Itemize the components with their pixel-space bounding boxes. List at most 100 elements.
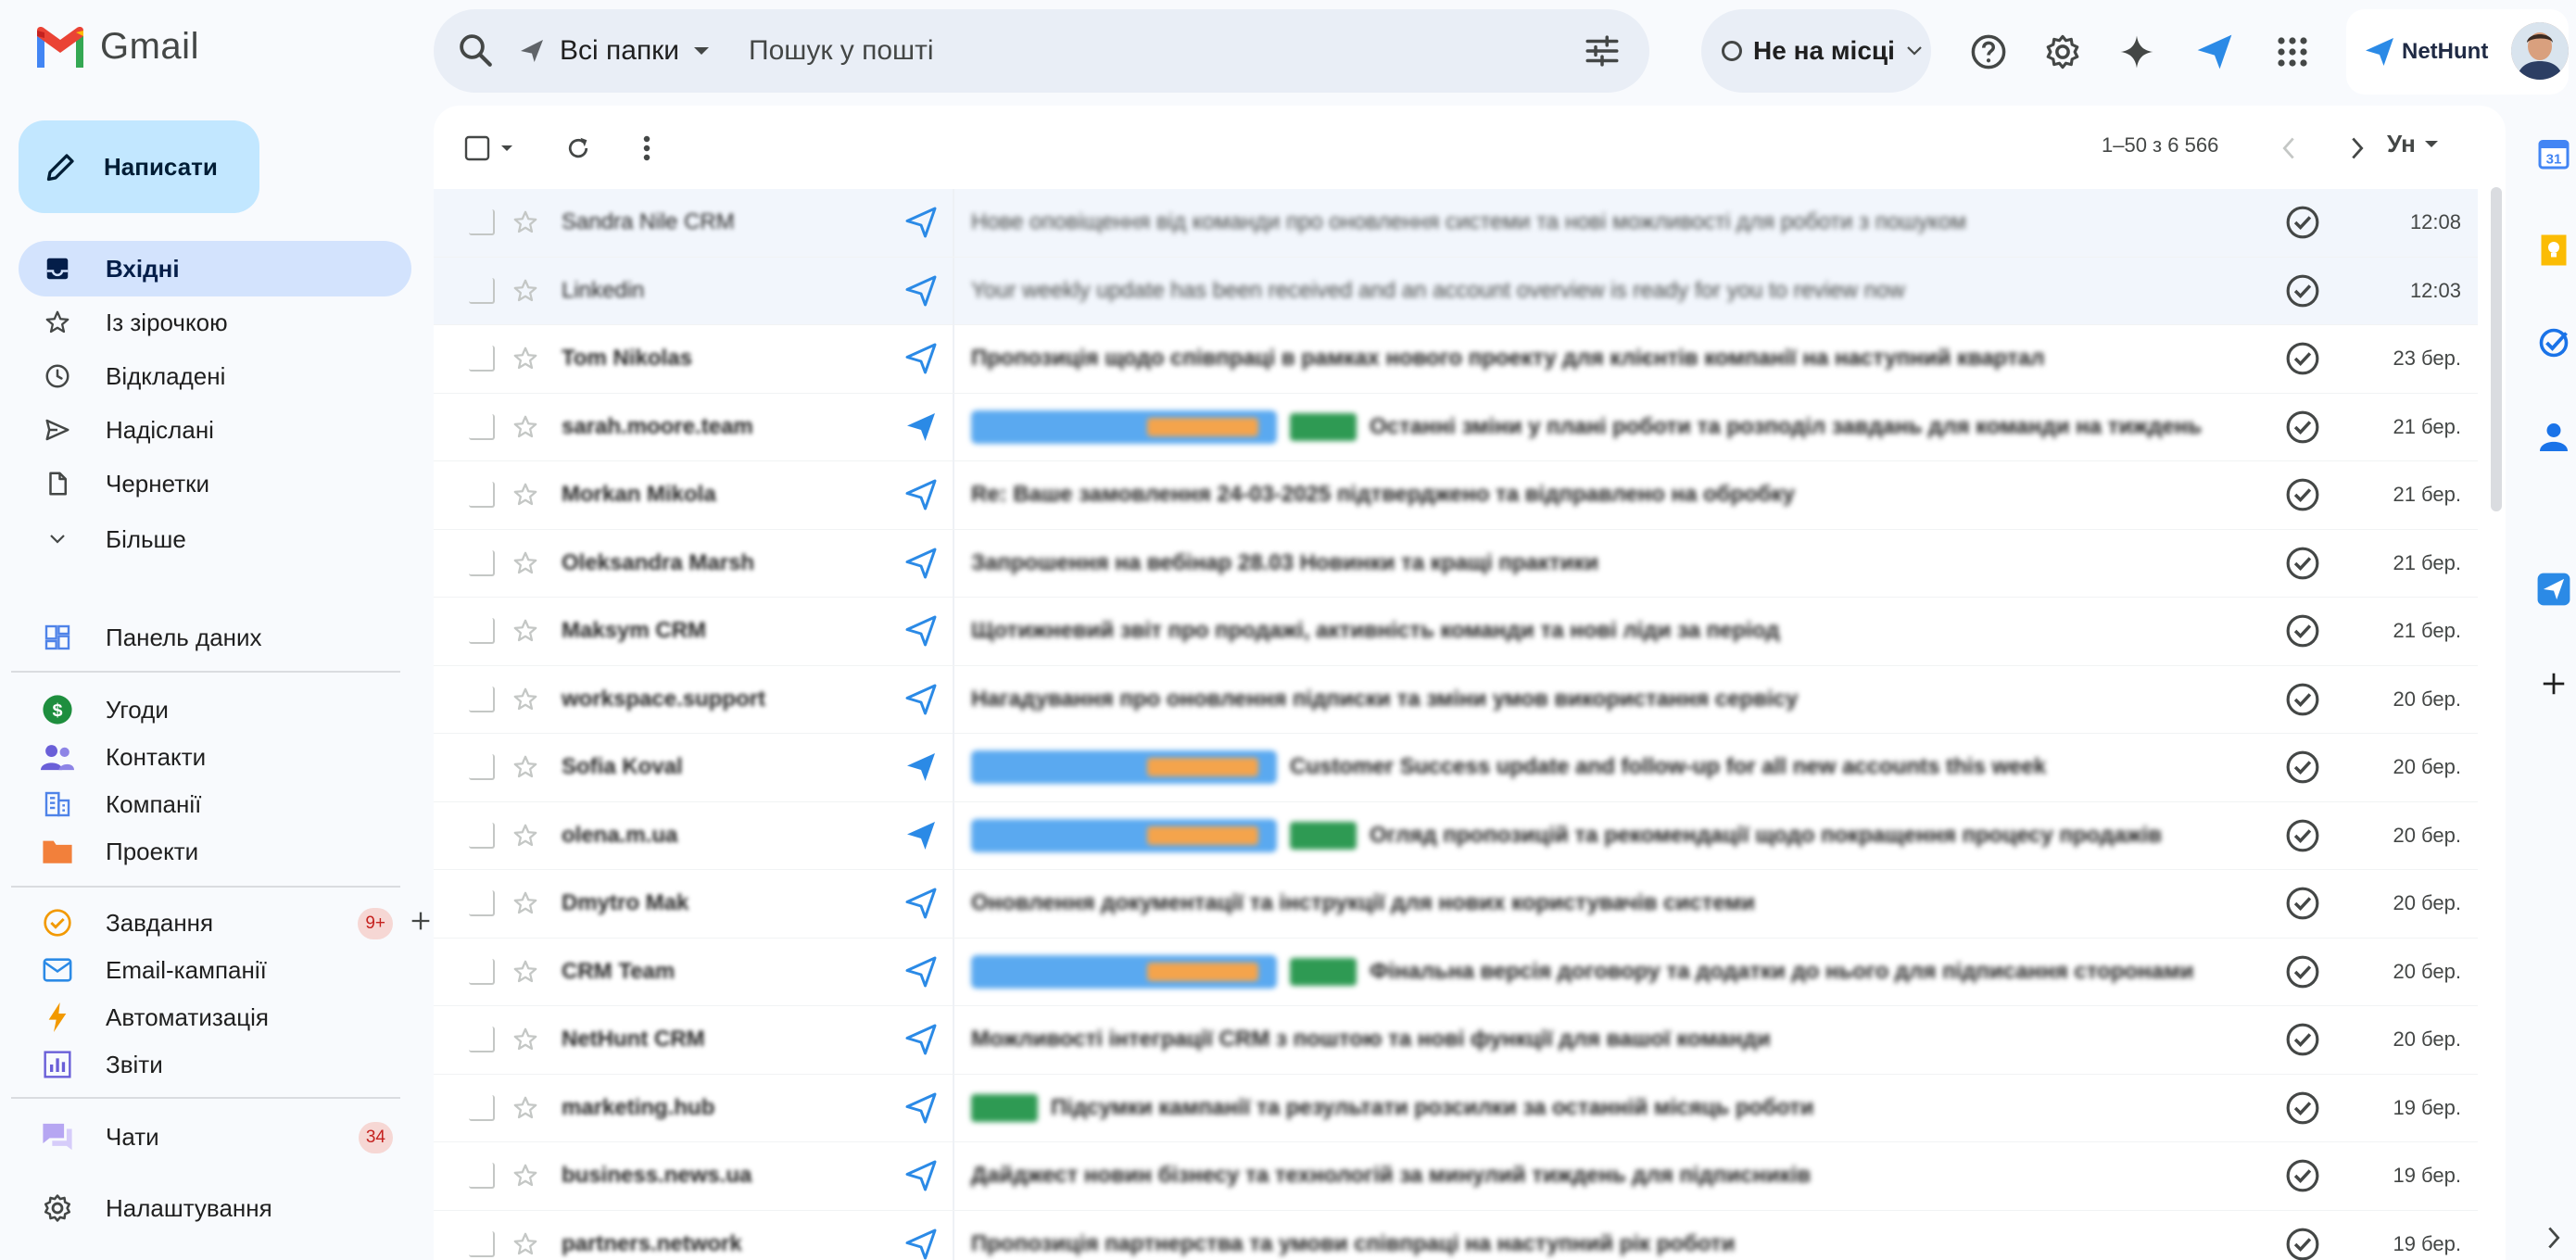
email-row[interactable]: Morkan Mikola Re: Ваше замовлення 24-03-2… <box>434 461 2478 530</box>
mark-done-icon[interactable] <box>2285 886 2320 921</box>
mark-done-icon[interactable] <box>2285 546 2320 581</box>
label-chip[interactable] <box>1290 821 1357 850</box>
row-checkbox[interactable] <box>469 549 495 576</box>
nethunt-link-icon[interactable] <box>904 274 938 308</box>
mark-done-icon[interactable] <box>2285 682 2320 717</box>
row-checkbox[interactable] <box>469 890 495 917</box>
nethunt-rail-icon[interactable] <box>2535 571 2572 608</box>
keep-icon[interactable] <box>2535 232 2572 269</box>
crm-link-chip[interactable] <box>971 954 1277 989</box>
mark-done-icon[interactable] <box>2285 1227 2320 1260</box>
mark-done-icon[interactable] <box>2285 273 2320 309</box>
email-row[interactable]: NetHunt CRM Можливості інтеграції CRM з п… <box>434 1006 2478 1075</box>
nav-settings[interactable]: Налаштування <box>19 1180 411 1236</box>
account-switcher[interactable]: NetHunt <box>2346 9 2569 94</box>
row-checkbox[interactable] <box>469 1027 495 1053</box>
calendar-icon[interactable]: 31 <box>2535 135 2572 172</box>
row-checkbox[interactable] <box>469 618 495 645</box>
email-row[interactable]: marketing.hub Підсумки кампанії та резуль… <box>434 1074 2478 1142</box>
email-row[interactable]: Dmytro Mak Оновлення документації та інст… <box>434 870 2478 939</box>
settings-gear-icon[interactable] <box>2039 28 2087 76</box>
row-checkbox[interactable] <box>469 413 495 440</box>
nethunt-link-icon[interactable] <box>904 750 938 784</box>
avatar[interactable] <box>2511 22 2569 80</box>
next-page-icon[interactable] <box>2337 128 2378 169</box>
email-row[interactable]: olena.m.ua Огляд пропозицій та рекомендац… <box>434 801 2478 870</box>
label-chip[interactable] <box>1290 957 1357 986</box>
row-checkbox[interactable] <box>469 209 495 236</box>
star-icon[interactable] <box>511 1230 539 1258</box>
crm-link-chip[interactable] <box>971 750 1277 785</box>
row-checkbox[interactable] <box>469 1163 495 1190</box>
crm-link-chip[interactable] <box>971 818 1277 852</box>
help-icon[interactable] <box>1964 28 2013 76</box>
more-vert-icon[interactable] <box>626 128 667 169</box>
nav-more[interactable]: Більше <box>19 511 411 567</box>
label-chip[interactable] <box>1290 412 1357 441</box>
email-row[interactable]: CRM Team Фінальна версія договору та дода… <box>434 938 2478 1006</box>
nethunt-link-icon[interactable] <box>904 547 938 580</box>
star-icon[interactable] <box>511 277 539 305</box>
email-row[interactable]: Linkedin Your weekly update has been rece… <box>434 257 2478 325</box>
prev-page-icon[interactable] <box>2268 128 2309 169</box>
mark-done-icon[interactable] <box>2285 750 2320 785</box>
mark-done-icon[interactable] <box>2285 205 2320 240</box>
add-task-icon[interactable] <box>408 908 434 939</box>
nethunt-link-icon[interactable] <box>904 955 938 989</box>
nethunt-link-icon[interactable] <box>904 819 938 852</box>
nav-drafts[interactable]: Чернетки <box>19 456 411 511</box>
nav-reports[interactable]: Звіти <box>19 1037 411 1092</box>
nethunt-extension-icon[interactable] <box>2191 28 2239 76</box>
nethunt-link-icon[interactable] <box>904 683 938 716</box>
row-checkbox[interactable] <box>469 346 495 372</box>
row-checkbox[interactable] <box>469 482 495 509</box>
nav-inbox[interactable]: Вхідні <box>19 241 411 296</box>
status-selector[interactable]: Не на місці <box>1701 9 1931 93</box>
crm-link-chip[interactable] <box>971 410 1277 444</box>
search-options-icon[interactable] <box>1583 32 1622 70</box>
email-row[interactable]: Tom Nikolas Пропозиція щодо співпраці в р… <box>434 325 2478 394</box>
row-checkbox[interactable] <box>469 1094 495 1121</box>
nethunt-link-icon[interactable] <box>904 342 938 375</box>
nethunt-link-icon[interactable] <box>904 1091 938 1125</box>
mark-done-icon[interactable] <box>2285 954 2320 989</box>
star-icon[interactable] <box>511 1026 539 1053</box>
email-row[interactable]: Oleksandra Marsh Запрошення на вебінар 28… <box>434 529 2478 598</box>
email-row[interactable]: Maksym CRM Щотижневий звіт про продажі, а… <box>434 598 2478 666</box>
star-icon[interactable] <box>511 208 539 236</box>
nav-snoozed[interactable]: Відкладені <box>19 348 411 404</box>
chevron-right-icon[interactable] <box>2535 1219 2572 1256</box>
refresh-icon[interactable] <box>558 128 599 169</box>
nethunt-link-icon[interactable] <box>904 887 938 920</box>
row-checkbox[interactable] <box>469 754 495 781</box>
star-icon[interactable] <box>511 345 539 372</box>
star-icon[interactable] <box>511 1094 539 1122</box>
search-input[interactable] <box>749 28 1509 74</box>
scrollbar[interactable] <box>2491 187 2502 511</box>
mark-done-icon[interactable] <box>2285 1090 2320 1126</box>
input-language-select[interactable]: Ун <box>2387 130 2440 158</box>
mark-done-icon[interactable] <box>2285 613 2320 649</box>
mark-done-icon[interactable] <box>2285 1022 2320 1057</box>
folder-select[interactable]: Всі папки <box>517 9 711 93</box>
mark-done-icon[interactable] <box>2285 1158 2320 1193</box>
nethunt-link-icon[interactable] <box>904 206 938 239</box>
row-checkbox[interactable] <box>469 958 495 985</box>
star-icon[interactable] <box>511 822 539 850</box>
star-icon[interactable] <box>511 889 539 917</box>
nethunt-link-icon[interactable] <box>904 1023 938 1056</box>
email-row[interactable]: business.news.ua Дайджест новин бізнесу т… <box>434 1142 2478 1211</box>
email-row[interactable]: sarah.moore.team Останні зміни у плані ро… <box>434 393 2478 461</box>
email-row[interactable]: Sofia Koval Customer Success update and f… <box>434 734 2478 802</box>
nethunt-link-icon[interactable] <box>904 478 938 511</box>
email-row[interactable]: partners.network Пропозиція партнерства т… <box>434 1210 2478 1260</box>
star-icon[interactable] <box>511 958 539 986</box>
star-icon[interactable] <box>511 686 539 713</box>
mark-done-icon[interactable] <box>2285 410 2320 445</box>
email-row[interactable]: Sandra Nile CRM Нове оповіщення від коман… <box>434 189 2478 258</box>
nav-dashboard[interactable]: Панель даних <box>19 610 411 665</box>
star-icon[interactable] <box>511 617 539 645</box>
star-icon[interactable] <box>511 481 539 509</box>
label-chip[interactable] <box>971 1093 1038 1122</box>
google-tasks-icon[interactable] <box>2535 324 2572 361</box>
